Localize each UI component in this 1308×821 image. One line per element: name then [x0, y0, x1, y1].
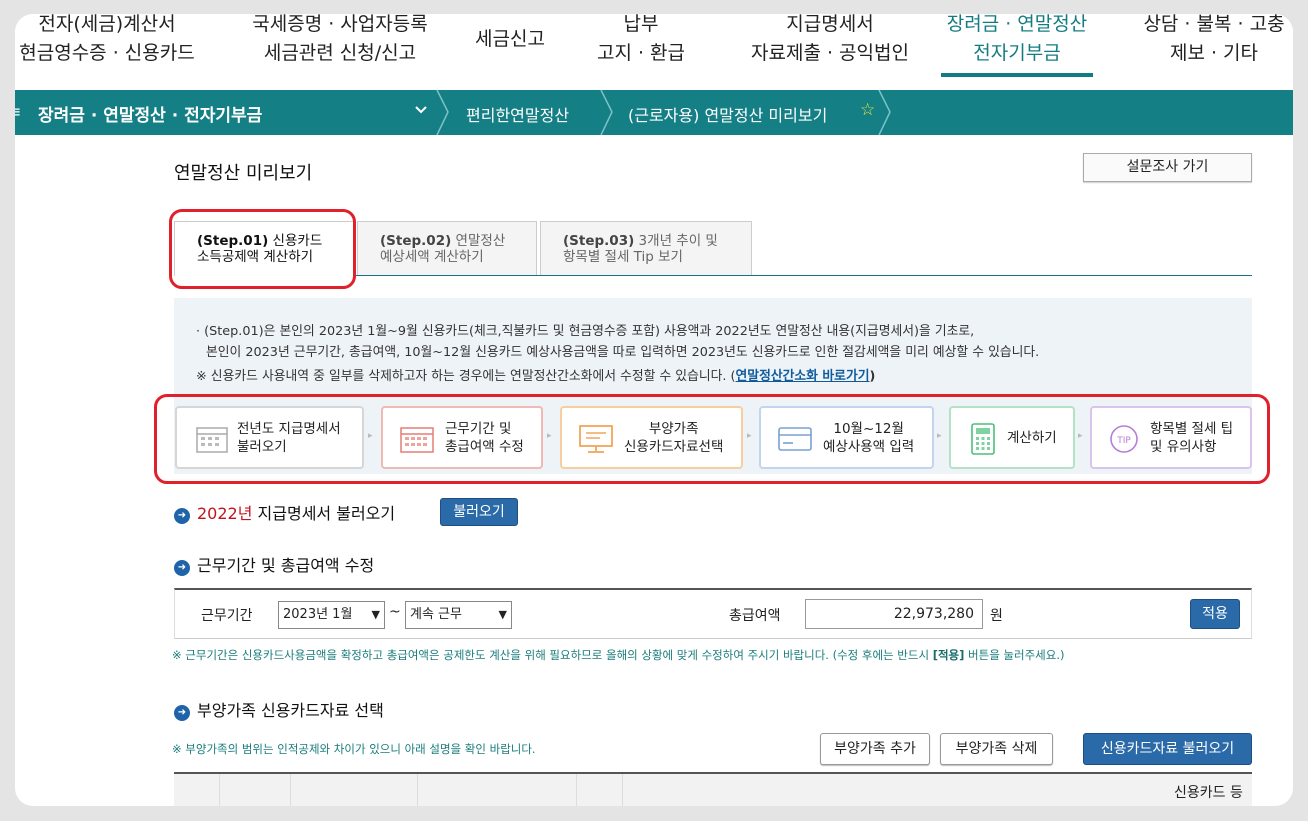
load-card-data-button[interactable]: 신용카드자료 불러오기 — [1083, 733, 1252, 765]
period-start-select[interactable]: 2023년 1월 ▼ — [278, 601, 385, 629]
nav-item-line1: 장려금 · 연말정산 — [946, 14, 1088, 35]
salary-unit: 원 — [990, 608, 1003, 624]
chevron-down-icon: ▼ — [371, 608, 380, 621]
breadcrumb-bar: ≡ 장려금 · 연말정산 · 전자기부금 편리한연말정산 (근로자용) 연말정산… — [15, 90, 1293, 135]
breadcrumb-level1[interactable]: 장려금 · 연말정산 · 전자기부금 — [38, 101, 262, 126]
arrow-right-circle-icon: ➜ — [174, 560, 190, 576]
chevron-down-icon: ▼ — [498, 608, 507, 621]
breadcrumb-level2[interactable]: 편리한연말정산 — [466, 102, 569, 126]
browser-frame: 전자(세금)계산서 현금영수증 · 신용카드 국세증명 · 사업자등록 세금관련… — [15, 14, 1293, 806]
nav-item-line2: 자료제출 · 공익법인 — [751, 42, 909, 64]
salary-input[interactable]: 22,973,280 — [805, 599, 983, 629]
salary-label: 총급여액 — [729, 608, 781, 624]
top-navigation: 전자(세금)계산서 현금영수증 · 신용카드 국세증명 · 사업자등록 세금관련… — [15, 14, 1293, 90]
apply-button[interactable]: 적용 — [1190, 599, 1240, 629]
dependent-note: ※ 부양가족의 범위는 인적공제와 차이가 있으니 아래 설명을 확인 바랍니다… — [172, 742, 536, 756]
load-button[interactable]: 불러오기 — [440, 498, 518, 526]
table-column-divider — [622, 774, 623, 806]
active-nav-underline — [941, 73, 1093, 77]
highlight-outline-tab — [169, 209, 356, 289]
arrow-right-circle-icon: ➜ — [174, 705, 190, 721]
table-header-card: 신용카드 등 — [1174, 785, 1243, 801]
nav-item-line1: 국세증명 · 사업자등록 — [252, 14, 428, 35]
tab-step-label: (Step.03) — [563, 233, 635, 249]
nav-item-payment-statement[interactable]: 지급명세서 자료제출 · 공익법인 — [733, 14, 927, 68]
table-column-divider — [417, 774, 418, 806]
info-line-3: ※ 신용카드 사용내역 중 일부를 삭제하고자 하는 경우에는 연말정산간소화에… — [196, 365, 875, 384]
nav-item-year-end-settlement[interactable]: 장려금 · 연말정산 전자기부금 — [941, 14, 1093, 68]
survey-button[interactable]: 설문조사 가기 — [1083, 153, 1252, 182]
add-dependent-button[interactable]: 부양가족 추가 — [820, 733, 930, 765]
breadcrumb-level3[interactable]: (근로자용) 연말정산 미리보기 — [628, 102, 827, 126]
nav-item-line2: 세금관련 신청/신고 — [263, 42, 417, 64]
period-note: ※ 근무기간은 신용카드사용금액을 확정하고 총급여액은 공제한도 계산을 위해… — [172, 647, 1064, 663]
nav-item-line1: 상담 · 불복 · 고충 — [1143, 14, 1285, 35]
tab-step-02[interactable]: (Step.02) 연말정산 예상세액 계산하기 — [357, 221, 537, 275]
hamburger-menu-icon[interactable]: ≡ — [15, 102, 21, 121]
section-year: 2022년 — [197, 504, 253, 523]
highlight-outline-steps — [154, 394, 1270, 484]
info-line-3-text: ※ 신용카드 사용내역 중 일부를 삭제하고자 하는 경우에는 연말정산간소화에… — [196, 369, 736, 384]
delete-dependent-button[interactable]: 부양가족 삭제 — [940, 733, 1053, 765]
period-note-text: ※ 근무기간은 신용카드사용금액을 확정하고 총급여액은 공제한도 계산을 위해… — [172, 648, 933, 662]
table-column-divider — [290, 774, 291, 806]
nav-item-e-invoice[interactable]: 전자(세금)계산서 현금영수증 · 신용카드 — [17, 14, 197, 68]
nav-item-line2: 제보 · 기타 — [1169, 42, 1259, 64]
arrow-right-circle-icon: ➜ — [174, 508, 190, 524]
period-start-value: 2023년 1월 — [283, 607, 353, 622]
section-load-statement-heading: ➜ 2022년 지급명세서 불러오기 — [174, 500, 395, 524]
nav-item-line1: 전자(세금)계산서 — [38, 14, 176, 35]
breadcrumb-separator-icon — [600, 90, 613, 135]
breadcrumb-separator-icon — [878, 90, 891, 135]
nav-item-line2: 고지 · 환급 — [596, 42, 686, 64]
info-line-3-suffix: ) — [869, 369, 876, 384]
nav-item-line1: 지급명세서 — [786, 14, 874, 35]
section-period-heading: ➜ 근무기간 및 총급여액 수정 — [174, 552, 374, 576]
section-title: 지급명세서 불러오기 — [252, 504, 396, 523]
page-title: 연말정산 미리보기 — [174, 163, 313, 184]
nav-item-payment[interactable]: 납부 고지 · 환급 — [589, 14, 693, 68]
dependent-table-header: 신용카드 등 자료 — [174, 772, 1252, 806]
tab-step-03[interactable]: (Step.03) 3개년 추이 및 항목별 절세 Tip 보기 — [540, 221, 752, 275]
info-line-1: · (Step.01)은 본인의 2023년 1월~9월 신용카드(체크,직불카… — [196, 324, 975, 339]
table-column-divider — [576, 774, 577, 806]
period-tilde: ~ — [389, 604, 401, 620]
chevron-down-icon[interactable] — [414, 100, 428, 119]
simplified-service-link[interactable]: 연말정산간소화 바로가기 — [736, 369, 870, 384]
period-salary-form: 근무기간 2023년 1월 ▼ ~ 계속 근무 ▼ 총급여액 22,973,28… — [174, 588, 1252, 639]
tab-line2: 예상세액 계산하기 — [380, 249, 484, 265]
info-line-2: 본인이 2023년 근무기간, 총급여액, 10월~12월 신용카드 예상사용금… — [206, 345, 1040, 360]
tab-step-label: (Step.02) — [380, 233, 452, 249]
nav-item-certificate[interactable]: 국세증명 · 사업자등록 세금관련 신청/신고 — [242, 14, 438, 68]
nav-item-line2: 현금영수증 · 신용카드 — [19, 42, 195, 64]
nav-item-consultation[interactable]: 상담 · 불복 · 고충 제보 · 기타 — [1135, 14, 1293, 68]
period-label: 근무기간 — [201, 608, 253, 624]
tab-line2: 항목별 절세 Tip 보기 — [563, 249, 683, 265]
section-title: 부양가족 신용카드자료 선택 — [197, 701, 384, 720]
favorite-star-icon[interactable]: ☆ — [860, 100, 875, 120]
nav-item-line1: 세금신고 — [475, 28, 545, 50]
nav-item-line1: 납부 — [623, 14, 659, 35]
period-note-suffix: 버튼을 눌러주세요.) — [964, 648, 1065, 662]
nav-item-tax-report[interactable]: 세금신고 — [470, 25, 550, 54]
period-end-select[interactable]: 계속 근무 ▼ — [405, 601, 512, 629]
tab-line1: 연말정산 — [451, 233, 506, 249]
tab-line1: 3개년 추이 및 — [634, 233, 718, 249]
breadcrumb-separator-icon — [436, 90, 449, 135]
period-end-value: 계속 근무 — [410, 607, 462, 622]
section-title: 근무기간 및 총급여액 수정 — [197, 556, 375, 575]
table-column-divider — [219, 774, 220, 806]
period-note-bold: [적용] — [932, 648, 965, 662]
section-dependent-heading: ➜ 부양가족 신용카드자료 선택 — [174, 697, 384, 721]
nav-item-line2: 전자기부금 — [973, 42, 1061, 64]
